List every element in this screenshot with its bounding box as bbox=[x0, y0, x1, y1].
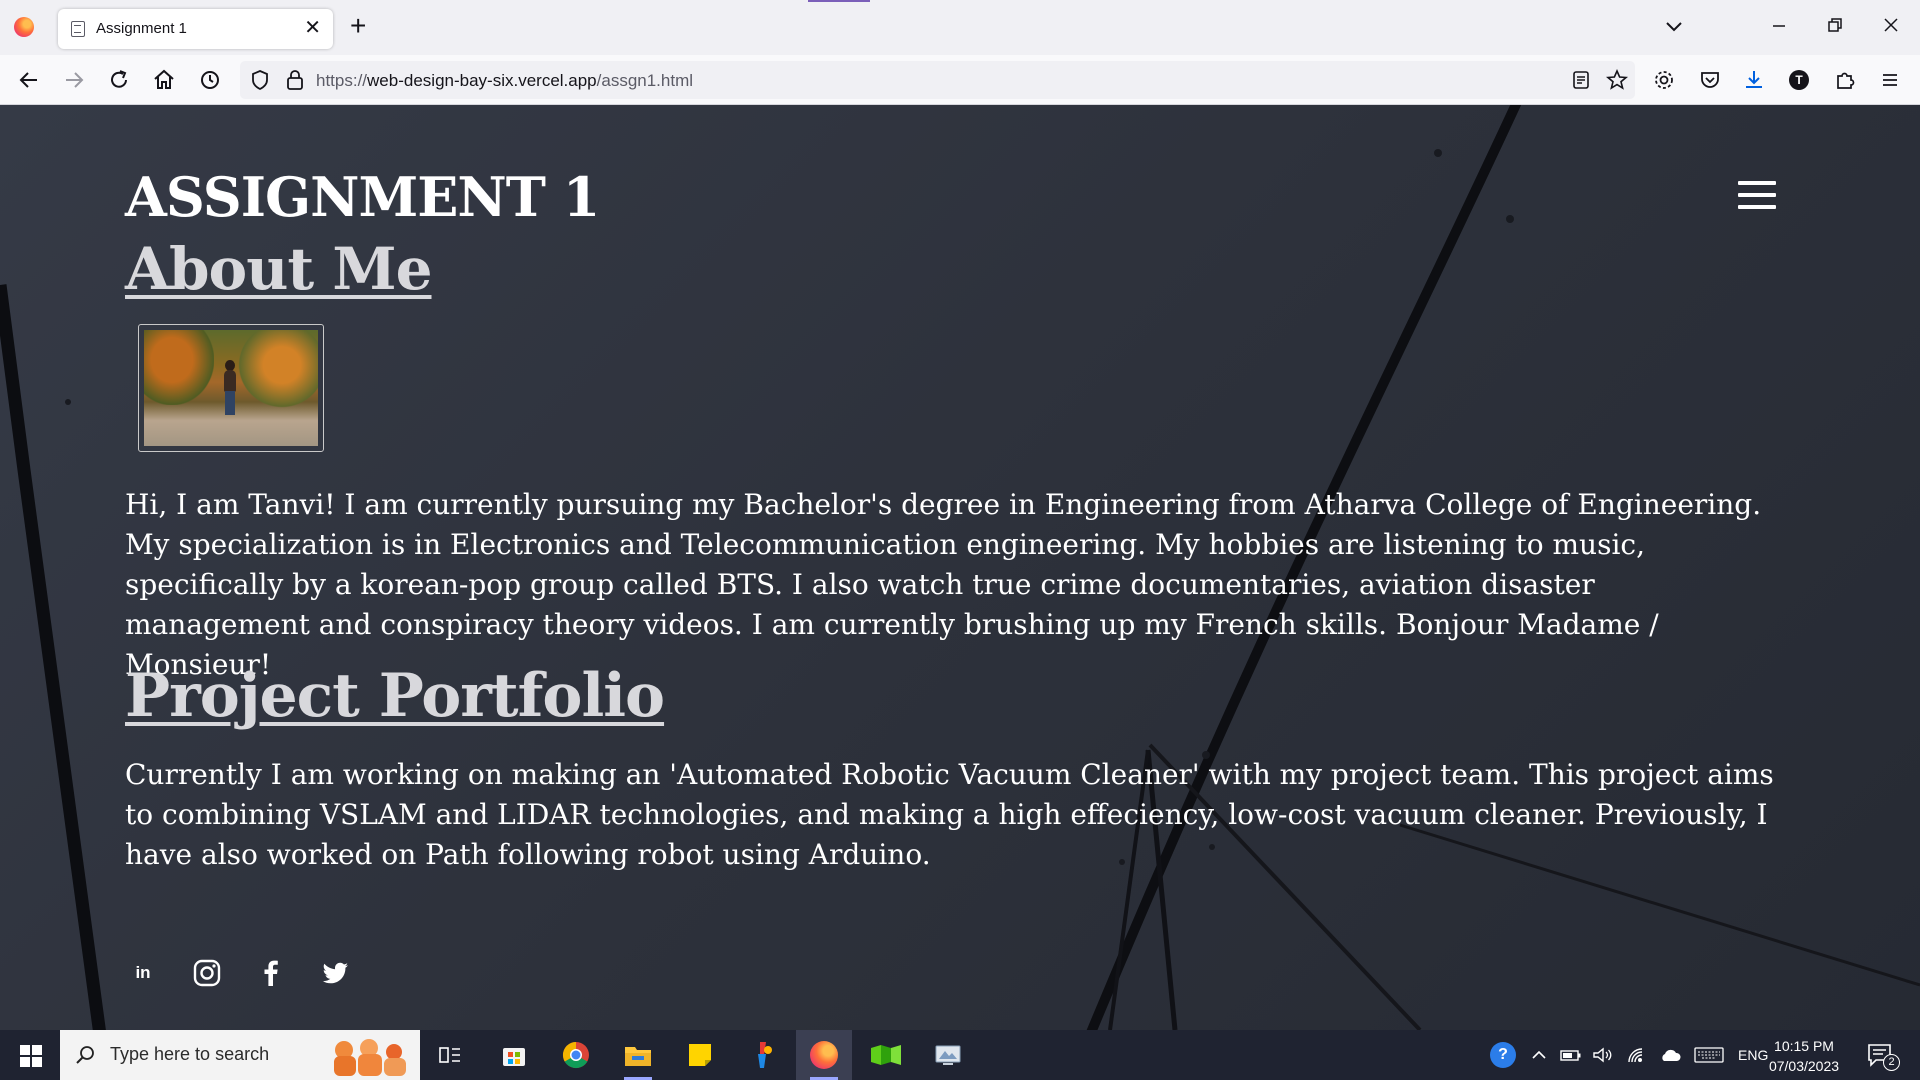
home-icon[interactable] bbox=[151, 67, 177, 93]
volume-icon[interactable] bbox=[1592, 1046, 1614, 1064]
project-portfolio-text: Currently I am working on making an 'Aut… bbox=[125, 758, 1774, 871]
network-icon[interactable] bbox=[1626, 1046, 1648, 1064]
page-icon bbox=[71, 21, 85, 37]
facebook-icon[interactable] bbox=[253, 955, 289, 991]
page-content: ASSIGNMENT 1 About Me Hi, I am Tanvi! I … bbox=[0, 105, 1920, 1030]
forward-icon[interactable] bbox=[61, 67, 87, 93]
twitter-icon[interactable] bbox=[317, 955, 353, 991]
account-avatar-icon[interactable]: T bbox=[1789, 70, 1809, 90]
battery-icon[interactable] bbox=[1560, 1046, 1582, 1064]
linkedin-icon[interactable]: in bbox=[125, 955, 161, 991]
profile-photo bbox=[138, 324, 324, 452]
about-me-heading[interactable]: About Me bbox=[125, 235, 432, 303]
tab-list-chevron-icon[interactable] bbox=[1662, 14, 1686, 38]
lock-icon[interactable] bbox=[284, 68, 306, 92]
tab-progress-indicator bbox=[808, 0, 870, 2]
minimize-icon[interactable] bbox=[1768, 14, 1790, 36]
app-menu-icon[interactable] bbox=[1877, 67, 1903, 93]
extensions-icon[interactable] bbox=[1832, 67, 1858, 93]
bookmark-star-icon[interactable] bbox=[1605, 68, 1629, 92]
clock-time: 10:15 PM bbox=[1774, 1038, 1834, 1054]
sticky-notes-icon[interactable] bbox=[672, 1030, 728, 1080]
project-portfolio-heading[interactable]: Project Portfolio bbox=[125, 661, 665, 731]
chrome-icon[interactable] bbox=[548, 1030, 604, 1080]
keyboard-icon[interactable] bbox=[1694, 1046, 1724, 1064]
url-scheme: https:// bbox=[316, 71, 368, 90]
task-view-icon[interactable] bbox=[422, 1030, 478, 1080]
show-hidden-icons-chevron-icon[interactable] bbox=[1530, 1046, 1548, 1064]
windows-taskbar: Type here to search ? ENG 10:15 PM 07/03… bbox=[0, 1030, 1920, 1080]
window-close-icon[interactable] bbox=[1880, 14, 1902, 36]
url-text[interactable]: https://web-design-bay-six.vercel.app/as… bbox=[316, 71, 693, 91]
notification-center-icon[interactable]: 2 bbox=[1866, 1041, 1900, 1071]
firefox-taskbar-icon[interactable] bbox=[796, 1030, 852, 1080]
reload-icon[interactable] bbox=[106, 67, 132, 93]
search-placeholder: Type here to search bbox=[110, 1044, 270, 1064]
sheets-app-icon[interactable] bbox=[858, 1030, 914, 1080]
instagram-icon[interactable] bbox=[189, 955, 225, 991]
settings-gear-icon[interactable] bbox=[1651, 67, 1677, 93]
firefox-icon[interactable] bbox=[14, 17, 34, 37]
shield-icon[interactable] bbox=[248, 68, 272, 92]
about-me-text: Hi, I am Tanvi! I am currently pursuing … bbox=[125, 488, 1762, 681]
microsoft-store-icon[interactable] bbox=[486, 1030, 542, 1080]
url-path: /assgn1.html bbox=[596, 71, 694, 90]
url-host: web-design-bay-six.vercel.app bbox=[367, 71, 597, 90]
onedrive-cloud-icon[interactable] bbox=[1658, 1046, 1682, 1064]
tab-title: Assignment 1 bbox=[96, 20, 187, 37]
help-icon[interactable]: ? bbox=[1490, 1042, 1516, 1068]
browser-tab-bar: Assignment 1 ✕ + bbox=[0, 0, 1920, 55]
search-icon bbox=[76, 1046, 94, 1064]
navigation-toolbar: https://web-design-bay-six.vercel.app/as… bbox=[0, 55, 1920, 105]
search-highlight-art-icon bbox=[334, 1039, 406, 1076]
back-icon[interactable] bbox=[16, 67, 42, 93]
downloads-icon[interactable] bbox=[1741, 67, 1767, 93]
taskbar-search-box[interactable]: Type here to search bbox=[60, 1030, 420, 1080]
system-tray: ? ENG bbox=[1490, 1030, 1768, 1080]
pocket-icon[interactable] bbox=[1697, 67, 1723, 93]
notification-count-badge: 2 bbox=[1883, 1054, 1900, 1071]
taskbar-clock[interactable]: 10:15 PM 07/03/2023 bbox=[1755, 1036, 1853, 1076]
profile-photo-image bbox=[144, 330, 318, 446]
browser-tab[interactable]: Assignment 1 ✕ bbox=[58, 9, 333, 49]
remote-desktop-icon[interactable] bbox=[920, 1030, 976, 1080]
windows-start-icon[interactable] bbox=[20, 1045, 42, 1067]
restore-icon[interactable] bbox=[1824, 14, 1846, 36]
tab-close-button[interactable]: ✕ bbox=[304, 17, 321, 39]
new-tab-button[interactable]: + bbox=[350, 10, 366, 42]
hamburger-menu-icon[interactable] bbox=[1738, 181, 1776, 211]
file-explorer-icon[interactable] bbox=[610, 1030, 666, 1080]
paint-app-icon[interactable] bbox=[734, 1030, 790, 1080]
clock-date: 07/03/2023 bbox=[1768, 1058, 1840, 1074]
reader-view-icon[interactable] bbox=[1570, 69, 1592, 91]
page-title: ASSIGNMENT 1 bbox=[125, 165, 600, 229]
history-icon[interactable] bbox=[197, 67, 223, 93]
address-bar[interactable]: https://web-design-bay-six.vercel.app/as… bbox=[240, 61, 1635, 99]
